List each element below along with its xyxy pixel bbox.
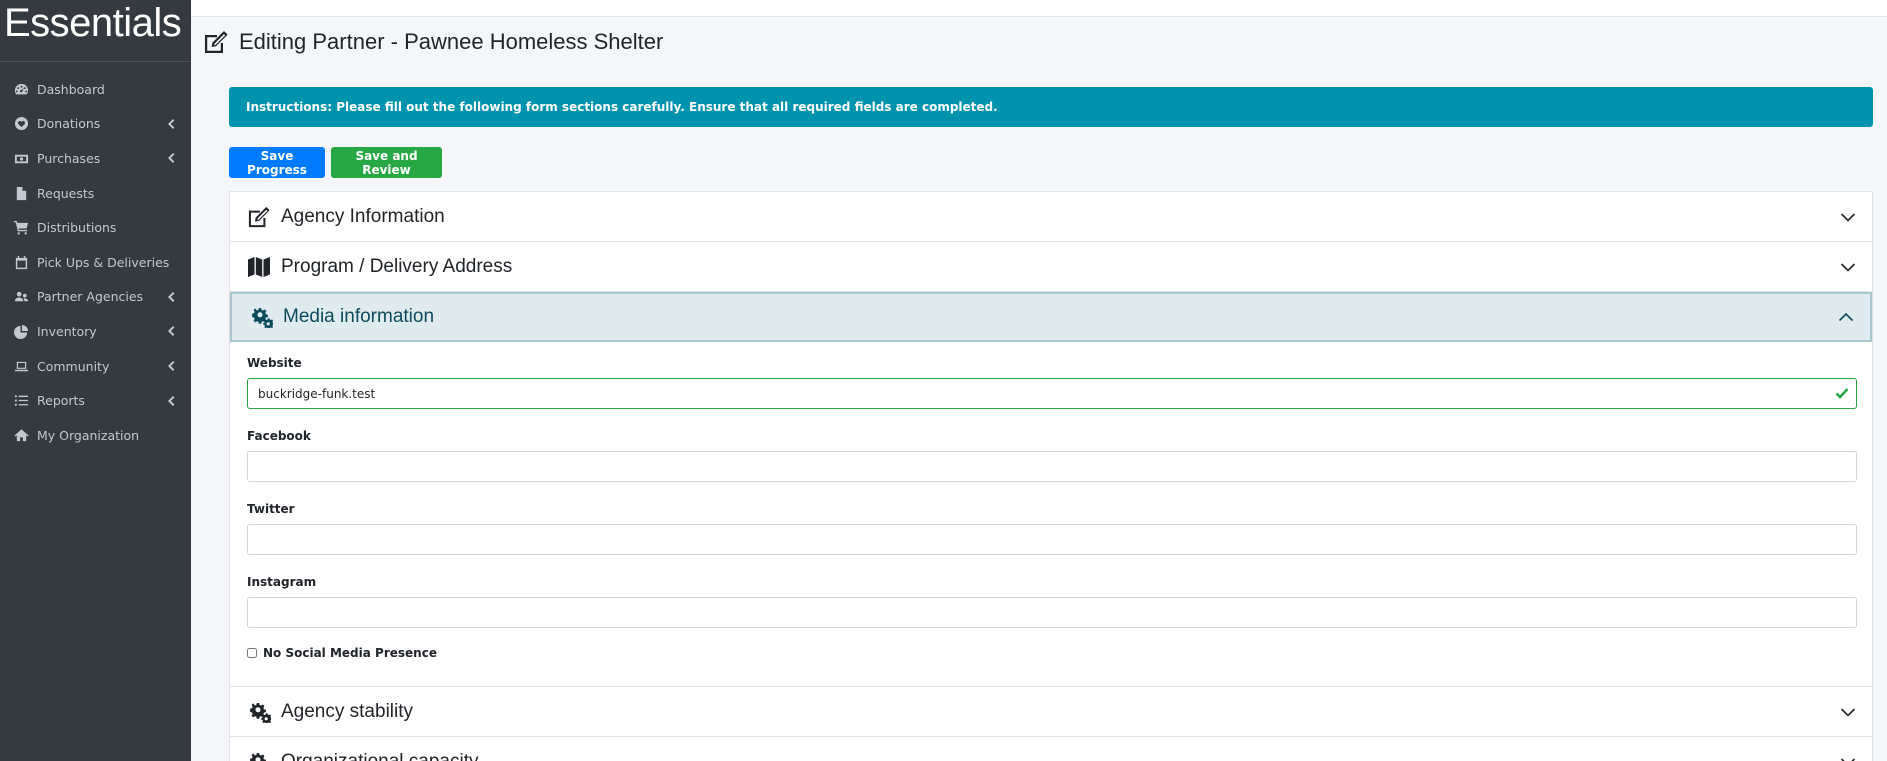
cogs-icon (247, 701, 271, 723)
sidebar: Essentials Dashboard Donations Purchases… (0, 0, 191, 761)
checkmark-icon (1834, 385, 1850, 401)
chevron-left-icon (167, 291, 175, 302)
sidebar-item-reports[interactable]: Reports (0, 383, 191, 418)
sidebar-item-distributions[interactable]: Distributions (0, 210, 191, 245)
sidebar-item-my-organization[interactable]: My Organization (0, 418, 191, 453)
facebook-field-group (247, 451, 1857, 482)
section-title: Media information (283, 306, 435, 327)
section-title: Organizational capacity (281, 750, 479, 761)
laptop-icon (13, 358, 29, 374)
page-header: Editing Partner - Pawnee Homeless Shelte… (203, 29, 663, 55)
sidebar-item-label: My Organization (37, 427, 140, 443)
brand-text: Essentials (4, 1, 182, 45)
save-progress-button[interactable]: Save Progress (229, 147, 325, 178)
cogs-icon (249, 306, 273, 328)
edit-icon (203, 30, 229, 54)
sidebar-item-label: Community (37, 358, 110, 374)
sidebar-nav: Dashboard Donations Purchases Requests D… (0, 62, 191, 453)
sidebar-item-label: Purchases (37, 150, 101, 166)
top-navbar (191, 0, 1887, 17)
instagram-field-group (247, 597, 1857, 628)
sidebar-item-label: Inventory (37, 323, 97, 339)
users-icon (13, 289, 29, 305)
file-icon (13, 185, 29, 201)
chevron-down-icon (1840, 211, 1856, 223)
facebook-input[interactable] (247, 451, 1857, 482)
tachometer-icon (13, 81, 29, 97)
chevron-left-icon (167, 118, 175, 129)
chevron-left-icon (167, 326, 175, 337)
sidebar-item-label: Requests (37, 185, 95, 201)
sidebar-item-partner-agencies[interactable]: Partner Agencies (0, 280, 191, 315)
chevron-up-icon (1838, 311, 1854, 323)
chevron-down-icon (1840, 706, 1856, 718)
sidebar-item-purchases[interactable]: Purchases (0, 141, 191, 176)
cogs-icon (247, 751, 271, 761)
twitter-field-group (247, 524, 1857, 555)
chevron-left-icon (167, 395, 175, 406)
website-input[interactable] (247, 378, 1857, 409)
sidebar-item-pickups-deliveries[interactable]: Pick Ups & Deliveries (0, 245, 191, 280)
pie-chart-icon (13, 323, 29, 339)
section-agency-information[interactable]: Agency Information (230, 192, 1872, 242)
sidebar-item-label: Dashboard (37, 81, 105, 97)
form-accordion: Agency Information Program / Delivery Ad… (229, 191, 1873, 761)
section-organizational-capacity[interactable]: Organizational capacity (230, 737, 1872, 761)
sidebar-item-requests[interactable]: Requests (0, 176, 191, 211)
form-actions: Save Progress Save and Review (229, 147, 442, 178)
sidebar-item-inventory[interactable]: Inventory (0, 314, 191, 349)
twitter-input[interactable] (247, 524, 1857, 555)
page-title: Editing Partner - Pawnee Homeless Shelte… (239, 29, 664, 54)
section-title: Program / Delivery Address (281, 255, 513, 277)
chevron-down-icon (1840, 756, 1856, 761)
instagram-input[interactable] (247, 597, 1857, 628)
main-content: Editing Partner - Pawnee Homeless Shelte… (191, 17, 1887, 761)
chevron-left-icon (167, 153, 175, 164)
no-social-media-label[interactable]: No Social Media Presence (263, 646, 437, 660)
list-icon (13, 393, 29, 409)
website-label: Website (247, 356, 302, 370)
sidebar-item-donations[interactable]: Donations (0, 107, 191, 142)
edit-icon (247, 206, 271, 228)
instructions-alert: Instructions: Please fill out the follow… (229, 87, 1873, 127)
section-title: Agency Information (281, 205, 445, 227)
section-agency-stability[interactable]: Agency stability (230, 687, 1872, 737)
brand-logo[interactable]: Essentials (0, 0, 191, 62)
shopping-cart-icon (13, 220, 29, 236)
sidebar-item-dashboard[interactable]: Dashboard (0, 72, 191, 107)
sidebar-item-label: Partner Agencies (37, 289, 144, 305)
chevron-left-icon (167, 361, 175, 372)
map-icon (247, 256, 271, 278)
save-and-review-button[interactable]: Save and Review (331, 147, 442, 178)
instagram-label: Instagram (247, 575, 317, 589)
no-social-media-row: No Social Media Presence (247, 646, 1856, 660)
section-title: Agency stability (281, 700, 414, 722)
no-social-media-checkbox[interactable] (247, 648, 257, 658)
sidebar-item-label: Donations (37, 116, 101, 132)
alert-text: Instructions: Please fill out the follow… (246, 100, 998, 114)
sidebar-item-community[interactable]: Community (0, 349, 191, 384)
home-icon (13, 427, 29, 443)
media-information-body: Website Facebook Twitter Instagram No So… (230, 342, 1872, 687)
sidebar-item-label: Distributions (37, 220, 117, 236)
facebook-label: Facebook (247, 429, 311, 443)
section-media-information[interactable]: Media information (230, 292, 1872, 342)
calendar-icon (13, 254, 29, 270)
section-program-delivery-address[interactable]: Program / Delivery Address (230, 242, 1872, 292)
website-field-group (247, 378, 1857, 409)
sidebar-item-label: Pick Ups & Deliveries (37, 254, 170, 270)
heart-circle-icon (13, 116, 29, 132)
twitter-label: Twitter (247, 502, 295, 516)
sidebar-item-label: Reports (37, 393, 85, 409)
chevron-down-icon (1840, 261, 1856, 273)
money-bill-icon (13, 150, 29, 166)
